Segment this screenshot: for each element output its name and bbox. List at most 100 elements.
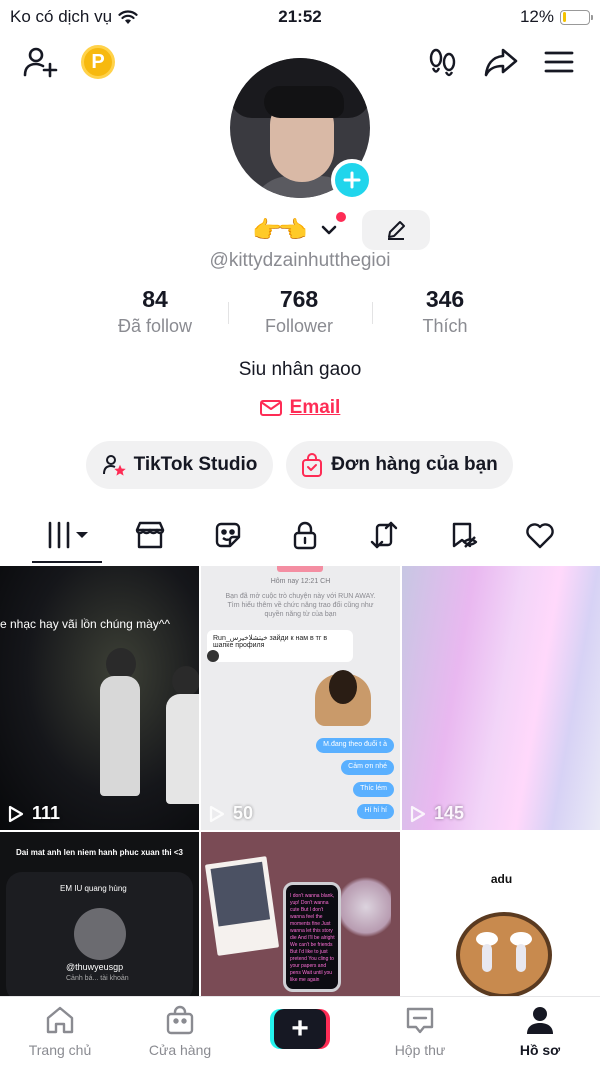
profile-icon	[527, 1007, 553, 1034]
nav-label: Hộp thư	[394, 1042, 446, 1058]
chat-bubble: Hí hí hí	[357, 804, 394, 819]
email-label: Email	[289, 397, 341, 418]
stat-label: Thích	[422, 316, 468, 336]
mail-icon	[259, 400, 282, 416]
tab-liked[interactable]	[500, 510, 580, 560]
nav-inbox[interactable]: Hộp thư	[360, 1005, 480, 1058]
chat-timestamp: Hôm nay 12:21 CH	[270, 578, 331, 585]
battery-icon	[560, 9, 593, 25]
profile-stats: 84 Đã follow 768 Follower 346 Thích	[0, 286, 600, 342]
card-subtitle: Cảnh bá... tài khoản	[66, 975, 129, 982]
card-title: EM IU quang hùng	[60, 884, 127, 893]
email-link[interactable]: Email	[0, 397, 600, 419]
stat-value: 346	[425, 286, 465, 312]
tab-private[interactable]	[265, 510, 345, 560]
sticker-icon	[215, 522, 241, 548]
nav-profile[interactable]: Hồ sơ	[480, 1005, 600, 1058]
chat-bubble: M.đang theo đuổi t à	[316, 738, 394, 753]
tab-shop[interactable]	[110, 510, 190, 560]
video-thumbnail[interactable]: adu	[402, 832, 600, 996]
add-avatar-button[interactable]	[331, 159, 373, 201]
video-caption: adu	[490, 872, 513, 886]
home-icon	[46, 1006, 74, 1034]
chat-system-text: Bạn đã mở cuộc trò chuyện này với RUN AW…	[225, 593, 376, 618]
inbox-icon	[406, 1007, 434, 1034]
video-thumbnail[interactable]: I don't wanna blank, yup! Don't wanna cu…	[201, 832, 400, 996]
tab-saved[interactable]	[423, 510, 503, 560]
stat-value: 768	[279, 286, 319, 312]
stat-likes[interactable]: 346 Thích	[375, 286, 515, 337]
clock: 21:52	[278, 7, 322, 26]
tab-videos[interactable]	[27, 510, 107, 560]
studio-label: TikTok Studio	[133, 454, 258, 475]
view-count-value: 111	[32, 803, 61, 823]
active-tab-indicator	[32, 561, 102, 563]
saved-hidden-icon	[452, 522, 478, 548]
view-count: 145	[410, 803, 464, 824]
coin-badge: P	[81, 45, 115, 79]
notification-dot	[336, 212, 346, 222]
nav-label: Trang chủ	[28, 1042, 92, 1058]
username-handle: @kittydzainhutthegioi	[209, 250, 391, 271]
name-row: 👉👈	[0, 210, 600, 250]
studio-person-star-icon	[102, 455, 126, 476]
chat-bubble: Cảm ơn nhé	[341, 760, 394, 775]
battery-fill	[562, 12, 566, 22]
battery-status: 12%	[519, 7, 593, 27]
lock-icon	[293, 521, 317, 550]
footprints-icon[interactable]	[423, 42, 463, 82]
create-plus-icon: +	[274, 1009, 326, 1049]
play-icon	[209, 805, 225, 822]
video-thumbnail[interactable]: Dai mat anh len niem hanh phuc xuan thi …	[0, 832, 199, 996]
create-button[interactable]: +	[270, 1009, 330, 1049]
plus-icon	[343, 171, 361, 189]
shopping-bag-check-icon	[302, 453, 323, 477]
pencil-icon	[388, 221, 405, 240]
chevron-down-icon[interactable]	[319, 220, 339, 240]
bottom-nav: Trang chủ Cửa hàng + Hộp thư Hồ sơ	[0, 996, 600, 1067]
grid-icon	[48, 521, 88, 549]
orders-label: Đơn hàng của bạn	[331, 454, 498, 475]
nav-label: Hồ sơ	[519, 1042, 561, 1058]
video-grid: e nhạc hay vãi lồn chúng mày^^ 111 Hôm n…	[0, 566, 600, 996]
tab-reposts[interactable]	[344, 510, 424, 560]
menu-icon[interactable]	[539, 42, 579, 82]
battery-percent: 12%	[519, 7, 554, 26]
shop-bag-icon	[166, 1005, 194, 1035]
view-count: 111	[8, 803, 60, 824]
status-bar: Ko có dịch vụ 21:52 12%	[0, 0, 600, 34]
share-icon[interactable]	[481, 42, 521, 82]
stat-label: Follower	[264, 316, 334, 336]
divider	[372, 302, 373, 324]
edit-profile-button[interactable]	[362, 210, 430, 250]
phone-lyrics: I don't wanna blank, yup! Don't wanna cu…	[290, 893, 335, 983]
chat-bubble: Thíc lém	[353, 782, 394, 797]
chat-incoming-message: Run_خيتشلاخيرس зайди к нам в тг в шапке …	[207, 630, 353, 662]
nav-home[interactable]: Trang chủ	[0, 1005, 120, 1058]
heart-icon	[526, 523, 554, 549]
stat-followers[interactable]: 768 Follower	[229, 286, 369, 337]
play-icon	[8, 805, 24, 822]
video-thumbnail[interactable]: Hôm nay 12:21 CH Bạn đã mở cuộc trò chuy…	[201, 566, 400, 830]
video-thumbnail[interactable]: e nhạc hay vãi lồn chúng mày^^ 111	[0, 566, 199, 830]
play-icon	[410, 805, 426, 822]
stat-value: 84	[142, 286, 168, 312]
nav-shop[interactable]: Cửa hàng	[120, 1005, 240, 1058]
tab-stickers[interactable]	[188, 510, 268, 560]
video-caption: Dai mat anh len niem hanh phuc xuan thi …	[16, 848, 183, 857]
coin-icon[interactable]: P	[78, 42, 118, 82]
bio-text: Siu nhân gaoo	[238, 359, 362, 380]
display-name: 👉👈	[252, 217, 308, 244]
shop-icon	[135, 521, 165, 549]
profile-tabs	[0, 510, 600, 564]
orders-button[interactable]: Đơn hàng của bạn	[286, 441, 513, 489]
nav-label: Cửa hàng	[148, 1042, 212, 1058]
repost-icon	[370, 521, 398, 549]
tiktok-studio-button[interactable]: TikTok Studio	[86, 441, 273, 489]
video-thumbnail[interactable]: 145	[402, 566, 600, 830]
stat-following[interactable]: 84 Đã follow	[85, 286, 225, 337]
view-count-value: 50	[233, 803, 254, 823]
add-friend-icon[interactable]	[20, 42, 60, 82]
stat-label: Đã follow	[117, 316, 193, 336]
card-handle: @thuwyeusgp	[66, 962, 124, 972]
